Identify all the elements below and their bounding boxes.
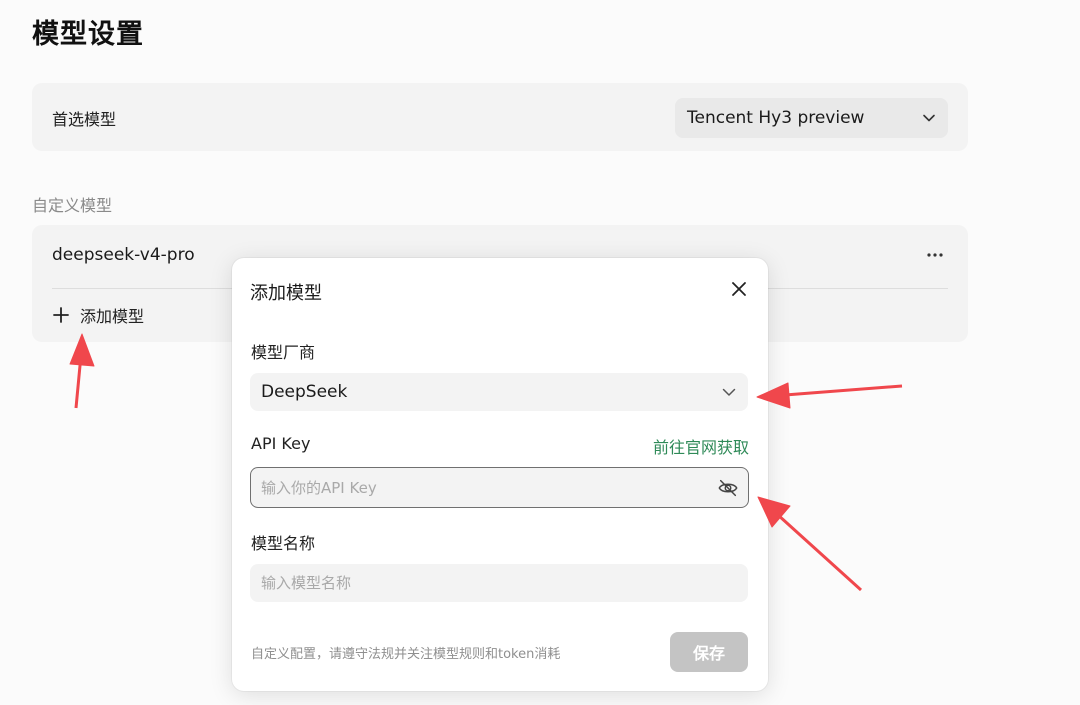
preferred-model-label: 首选模型 [52, 110, 117, 129]
arrow-up-icon [69, 333, 95, 409]
chevron-down-icon [722, 388, 736, 396]
vendor-label: 模型厂商 [251, 343, 316, 362]
eye-off-icon[interactable] [717, 477, 739, 499]
model-name-input[interactable] [261, 572, 731, 594]
preferred-model-card: 首选模型 Tencent Hy3 preview [32, 83, 968, 151]
arrow-left-icon [756, 382, 903, 409]
vendor-select[interactable]: DeepSeek [250, 373, 748, 411]
model-name-field [250, 564, 748, 602]
api-key-input[interactable] [261, 477, 701, 499]
get-api-key-link[interactable]: 前往官网获取 [653, 434, 749, 458]
add-model-dialog: 添加模型 模型厂商 DeepSeek API Key 前往官网获取 模型名称 输… [232, 258, 768, 691]
more-horizontal-icon[interactable] [924, 245, 946, 265]
plus-icon [53, 307, 69, 323]
model-name-label: 模型名称 [251, 534, 316, 553]
preferred-model-value: Tencent Hy3 preview [687, 108, 865, 128]
vendor-value: DeepSeek [261, 382, 348, 402]
custom-model-name: deepseek-v4-pro [52, 245, 195, 265]
api-key-label: API Key [251, 434, 311, 453]
custom-models-section-label: 自定义模型 [32, 196, 113, 215]
close-icon[interactable] [728, 278, 750, 300]
chevron-down-icon [923, 114, 935, 122]
footer-note: 自定义配置，请遵守法规并关注模型规则和token消耗 [251, 647, 561, 662]
dialog-title: 添加模型 [250, 283, 322, 304]
add-model-button[interactable]: 添加模型 [50, 303, 144, 327]
save-button[interactable]: 保存 [670, 632, 748, 672]
settings-page: 模型设置 首选模型 Tencent Hy3 preview 自定义模型 deep… [0, 0, 1080, 705]
page-title: 模型设置 [32, 19, 144, 50]
preferred-model-select[interactable]: Tencent Hy3 preview [675, 98, 948, 138]
arrow-up-left-icon [757, 496, 863, 592]
add-model-label: 添加模型 [80, 307, 145, 326]
api-key-field [250, 467, 749, 508]
